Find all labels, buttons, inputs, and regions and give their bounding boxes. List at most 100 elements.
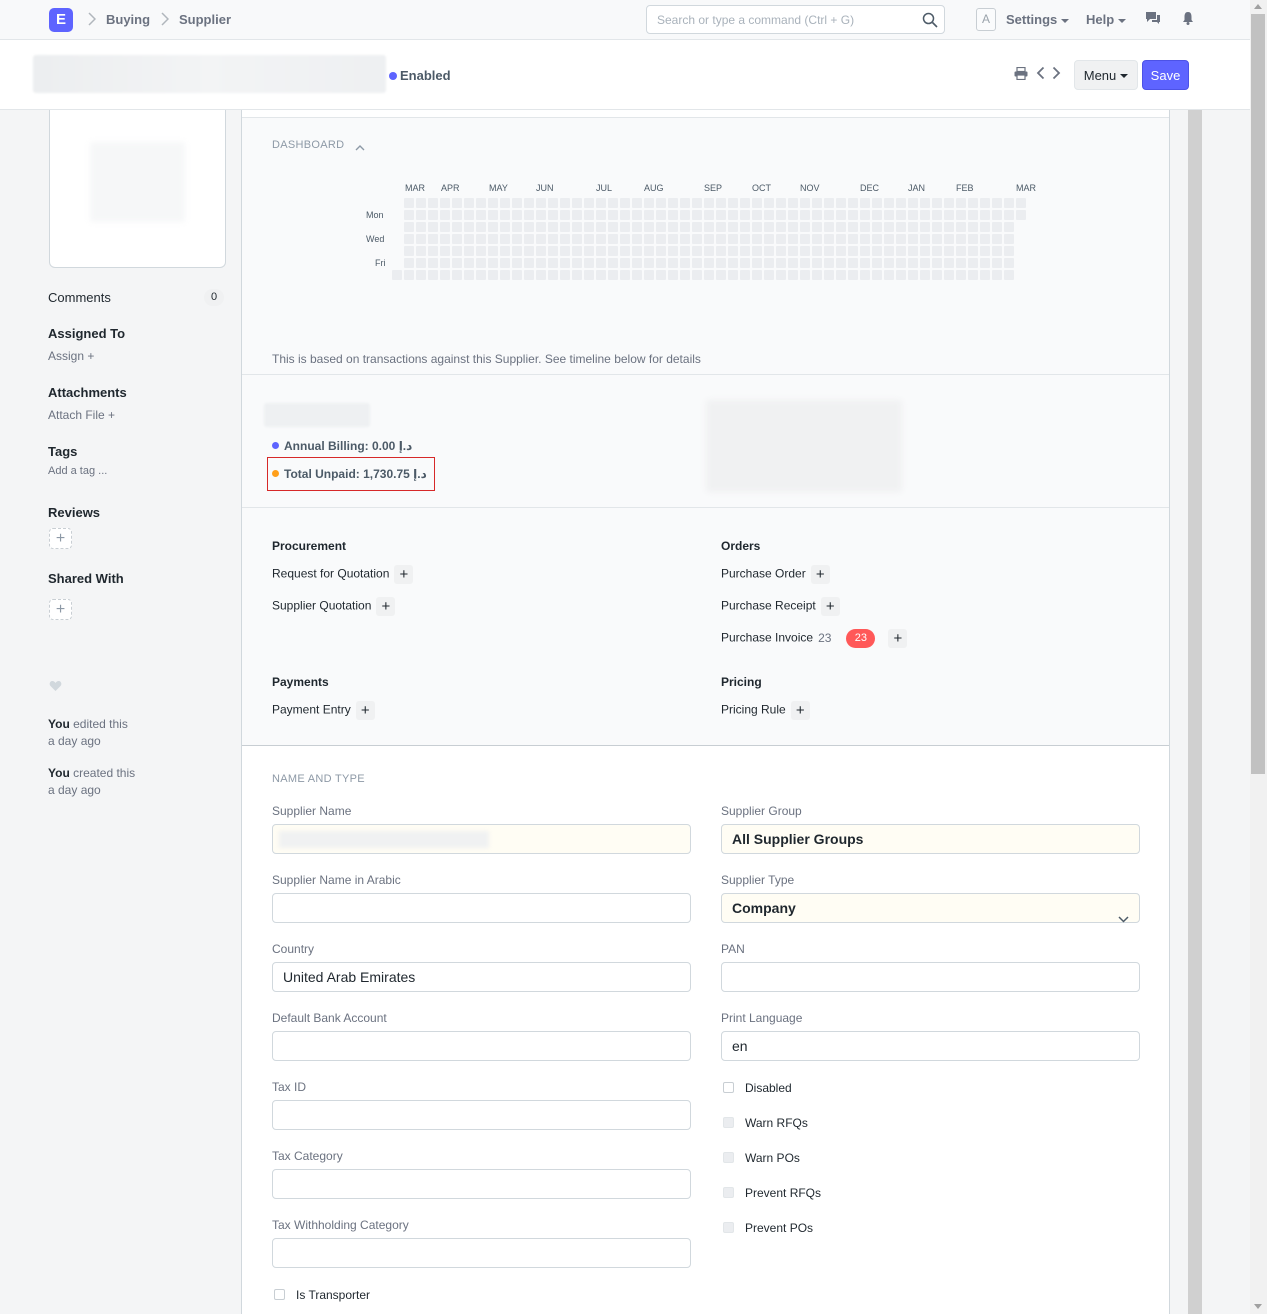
chat-icon[interactable] bbox=[1145, 11, 1161, 29]
heatmap-cell bbox=[464, 270, 474, 280]
heatmap-cell bbox=[884, 258, 894, 268]
save-button[interactable]: Save bbox=[1142, 60, 1189, 90]
heatmap-cell bbox=[428, 210, 438, 220]
bell-icon[interactable] bbox=[1182, 11, 1194, 28]
heatmap-cell bbox=[620, 198, 630, 208]
heatmap-cell bbox=[584, 258, 594, 268]
breadcrumb-buying[interactable]: Buying bbox=[106, 12, 150, 27]
assign-link[interactable]: Assign + bbox=[48, 349, 94, 363]
add-payment-entry-button[interactable]: + bbox=[355, 701, 375, 720]
purchase-invoice-badge[interactable]: 23 bbox=[846, 629, 876, 648]
link-pricing-rule[interactable]: Pricing Rule + bbox=[721, 701, 810, 720]
heatmap-cell bbox=[692, 258, 702, 268]
heatmap-cell bbox=[992, 246, 1002, 256]
heatmap-cell bbox=[704, 270, 714, 280]
avatar[interactable]: A bbox=[976, 8, 996, 31]
tax-withholding-category-input[interactable] bbox=[272, 1238, 691, 1268]
heatmap-cell bbox=[848, 270, 858, 280]
heatmap-cell bbox=[428, 246, 438, 256]
add-pricing-rule-button[interactable]: + bbox=[790, 701, 810, 720]
plus-icon: + bbox=[55, 530, 66, 547]
heatmap-cell bbox=[944, 258, 954, 268]
dashboard-title[interactable]: DASHBOARD bbox=[272, 139, 344, 151]
is-transporter-checkbox[interactable]: Is Transporter bbox=[274, 1288, 370, 1302]
tax-id-input[interactable] bbox=[272, 1100, 691, 1130]
shared-with-label: Shared With bbox=[48, 571, 124, 586]
supplier-name-input[interactable] bbox=[272, 824, 691, 854]
heatmap-cell bbox=[620, 270, 630, 280]
supplier-group-input[interactable]: All Supplier Groups bbox=[721, 824, 1140, 854]
heatmap-cell bbox=[440, 258, 450, 268]
add-share-button[interactable]: + bbox=[49, 599, 72, 620]
heatmap-cell bbox=[884, 222, 894, 232]
settings-dropdown[interactable]: Settings bbox=[1006, 12, 1070, 27]
scroll-thumb[interactable] bbox=[1251, 14, 1265, 774]
scroll-down-icon[interactable] bbox=[1254, 1304, 1262, 1309]
print-language-input[interactable]: en bbox=[721, 1031, 1140, 1061]
link-payment-entry[interactable]: Payment Entry + bbox=[272, 701, 375, 720]
default-bank-account-input[interactable] bbox=[272, 1031, 691, 1061]
add-purchase-receipt-button[interactable]: + bbox=[820, 597, 840, 616]
comments-label[interactable]: Comments bbox=[48, 290, 111, 305]
supplier-name-arabic-input[interactable] bbox=[272, 893, 691, 923]
search-icon[interactable] bbox=[922, 12, 938, 28]
search-input[interactable] bbox=[647, 6, 907, 33]
heatmap-month: JUL bbox=[596, 183, 613, 193]
heatmap-cell bbox=[524, 222, 534, 232]
heatmap-cell bbox=[632, 198, 642, 208]
add-review-button[interactable]: + bbox=[49, 528, 72, 549]
heatmap-cell bbox=[644, 234, 654, 244]
heatmap-cell bbox=[452, 234, 462, 244]
tax-category-input[interactable] bbox=[272, 1169, 691, 1199]
heatmap-cell bbox=[716, 246, 726, 256]
scroll-up-icon[interactable] bbox=[1254, 4, 1262, 9]
link-request-for-quotation[interactable]: Request for Quotation + bbox=[272, 565, 414, 584]
heatmap-cell bbox=[1004, 198, 1014, 208]
previous-icon[interactable] bbox=[1036, 66, 1045, 83]
checkbox-box[interactable] bbox=[274, 1289, 285, 1300]
heatmap-cell bbox=[440, 222, 450, 232]
link-supplier-quotation[interactable]: Supplier Quotation + bbox=[272, 597, 396, 616]
add-tag-link[interactable]: Add a tag ... bbox=[48, 465, 107, 477]
heatmap-cell bbox=[584, 210, 594, 220]
menu-button[interactable]: Menu bbox=[1074, 60, 1138, 90]
chevron-up-icon[interactable] bbox=[355, 139, 365, 154]
page-scrollbar[interactable] bbox=[1250, 0, 1267, 1314]
heatmap-cell bbox=[668, 258, 678, 268]
heatmap-month: MAY bbox=[489, 183, 508, 193]
help-dropdown[interactable]: Help bbox=[1086, 12, 1127, 27]
heatmap-cell bbox=[572, 222, 582, 232]
tax-id-label: Tax ID bbox=[272, 1080, 307, 1094]
purchase-invoice-count: 23 bbox=[818, 630, 832, 645]
next-icon[interactable] bbox=[1052, 66, 1061, 83]
heart-icon[interactable] bbox=[49, 680, 62, 695]
heatmap-cell bbox=[740, 246, 750, 256]
supplier-type-select[interactable]: Company bbox=[721, 893, 1140, 923]
heatmap-cell bbox=[680, 270, 690, 280]
link-purchase-receipt[interactable]: Purchase Receipt + bbox=[721, 597, 840, 616]
link-purchase-invoice[interactable]: Purchase Invoice 23 23 + bbox=[721, 629, 908, 648]
add-purchase-invoice-button[interactable]: + bbox=[888, 629, 908, 648]
checkbox-box[interactable] bbox=[723, 1082, 734, 1093]
heatmap-cell bbox=[596, 198, 606, 208]
supplier-image[interactable] bbox=[49, 110, 226, 268]
disabled-checkbox[interactable]: Disabled bbox=[723, 1081, 792, 1095]
heatmap-cell bbox=[632, 222, 642, 232]
assign-label: Assign bbox=[48, 349, 85, 363]
heatmap-month: APR bbox=[441, 183, 460, 193]
heatmap-cell bbox=[932, 234, 942, 244]
print-icon[interactable] bbox=[1014, 66, 1028, 83]
breadcrumb-supplier[interactable]: Supplier bbox=[179, 12, 231, 27]
country-input[interactable]: United Arab Emirates bbox=[272, 962, 691, 992]
stats-section: Annual Billing: 0.00 د.إ Total Unpaid: 1… bbox=[242, 375, 1169, 508]
heatmap-month: FEB bbox=[956, 183, 974, 193]
attach-file-link[interactable]: Attach File + bbox=[48, 408, 115, 422]
add-rfq-button[interactable]: + bbox=[394, 565, 414, 584]
pan-input[interactable] bbox=[721, 962, 1140, 992]
heatmap-cell bbox=[608, 222, 618, 232]
heatmap-cell bbox=[560, 246, 570, 256]
app-logo[interactable]: E bbox=[49, 8, 73, 32]
add-supplier-quotation-button[interactable]: + bbox=[376, 597, 396, 616]
link-purchase-order[interactable]: Purchase Order + bbox=[721, 565, 830, 584]
add-purchase-order-button[interactable]: + bbox=[810, 565, 830, 584]
